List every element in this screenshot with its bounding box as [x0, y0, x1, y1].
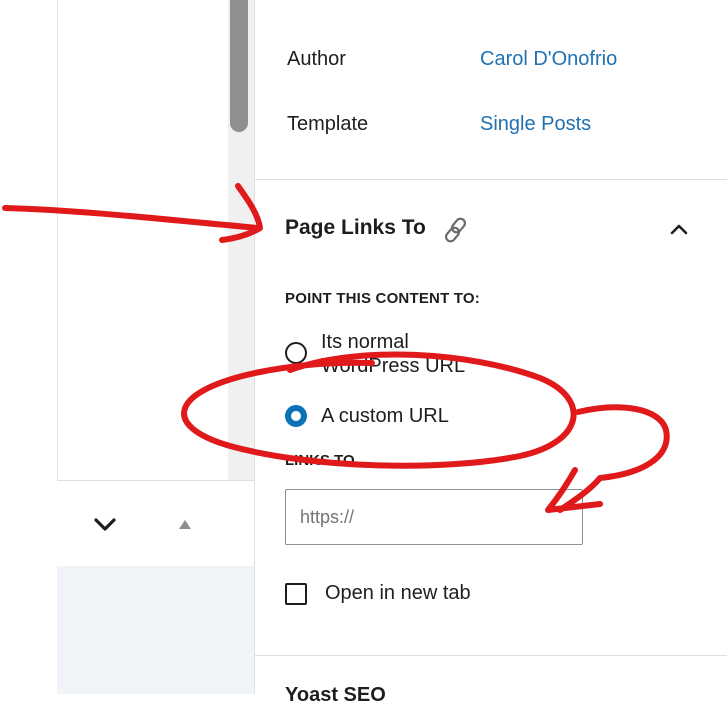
radio-custom-url[interactable]: A custom URL [285, 405, 449, 428]
radio-normal-url[interactable]: Its normal WordPress URL [285, 330, 481, 378]
open-new-tab-label: Open in new tab [325, 582, 471, 604]
chevron-down-icon [94, 518, 116, 531]
editor-scrollbar-thumb[interactable] [230, 0, 248, 132]
radio-normal-url-control[interactable] [285, 342, 307, 364]
panel-toggle-button[interactable] [663, 213, 695, 245]
point-content-to-label: POINT THIS CONTENT TO: [285, 290, 480, 307]
radio-custom-url-control[interactable] [285, 405, 307, 427]
template-label: Template [287, 113, 369, 135]
links-to-label: LINKS TO [285, 452, 355, 469]
chevron-up-icon [670, 224, 688, 235]
link-icon [444, 217, 467, 243]
author-label: Author [287, 48, 346, 70]
yoast-seo-panel-title[interactable]: Yoast SEO [285, 684, 386, 707]
block-toolbar [57, 481, 254, 566]
open-new-tab-checkbox[interactable] [285, 582, 307, 605]
template-value-link[interactable]: Single Posts [480, 113, 591, 136]
collapse-button[interactable] [90, 510, 120, 540]
radio-custom-url-label: A custom URL [321, 405, 449, 427]
editor-canvas-edge [0, 0, 57, 694]
move-up-button[interactable] [172, 512, 198, 538]
panel-divider [255, 179, 727, 180]
settings-sidebar: Author Carol D'Onofrio Template Single P… [254, 0, 727, 706]
custom-url-input[interactable] [285, 489, 583, 545]
editor-lower-area [57, 566, 254, 694]
radio-normal-url-label: Its normal WordPress URL [321, 331, 466, 377]
triangle-up-icon [179, 520, 191, 529]
page-links-to-title[interactable]: Page Links To [285, 216, 426, 240]
panel-divider-bottom [255, 655, 727, 656]
author-value-link[interactable]: Carol D'Onofrio [480, 48, 617, 71]
open-new-tab-option[interactable]: Open in new tab [285, 582, 471, 605]
